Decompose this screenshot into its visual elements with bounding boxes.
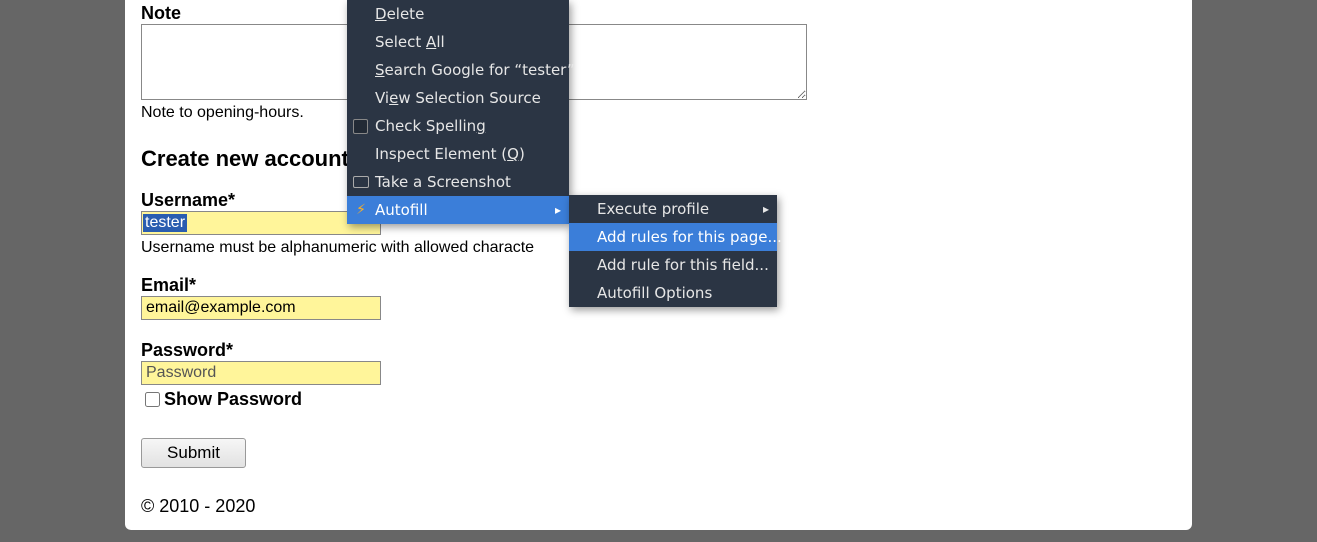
- sub-autofill-options[interactable]: Autofill Options: [569, 279, 777, 307]
- checkbox-icon: [353, 119, 368, 134]
- password-input[interactable]: [141, 361, 381, 385]
- ctx-delete[interactable]: Delete: [347, 0, 569, 28]
- email-input[interactable]: [141, 296, 381, 320]
- show-password-row: Show Password: [141, 389, 1176, 410]
- ctx-view-selection-source[interactable]: View Selection Source: [347, 84, 569, 112]
- autofill-submenu: Execute profile ▸ Add rules for this pag…: [569, 195, 777, 307]
- chevron-right-icon: ▸: [763, 202, 769, 216]
- note-label: Note: [141, 3, 1176, 24]
- sub-add-rules-page[interactable]: Add rules for this page...: [569, 223, 777, 251]
- username-value-selected: tester: [143, 214, 187, 232]
- ctx-take-screenshot[interactable]: Take a Screenshot: [347, 168, 569, 196]
- ctx-autofill[interactable]: ⚡ Autofill ▸: [347, 196, 569, 224]
- email-required: *: [189, 275, 196, 295]
- show-password-checkbox[interactable]: [145, 392, 160, 407]
- chevron-right-icon: ▸: [555, 203, 561, 217]
- screenshot-icon: [353, 176, 369, 188]
- username-required: *: [228, 190, 235, 210]
- password-required: *: [226, 340, 233, 360]
- show-password-label: Show Password: [164, 389, 302, 410]
- sub-execute-profile[interactable]: Execute profile ▸: [569, 195, 777, 223]
- password-label-text: Password: [141, 340, 226, 360]
- sub-add-rule-field[interactable]: Add rule for this field...: [569, 251, 777, 279]
- password-label: Password*: [141, 340, 1176, 361]
- ctx-search-google[interactable]: Search Google for “tester”: [347, 56, 569, 84]
- username-label-text: Username: [141, 190, 228, 210]
- context-menu: Delete Select All Search Google for “tes…: [347, 0, 569, 224]
- bolt-icon: ⚡: [353, 202, 369, 218]
- submit-button[interactable]: Submit: [141, 438, 246, 468]
- ctx-select-all[interactable]: Select All: [347, 28, 569, 56]
- note-hint: Note to opening-hours.: [141, 104, 1176, 122]
- ctx-check-spelling[interactable]: Check Spelling: [347, 112, 569, 140]
- copyright-text: © 2010 - 2020: [141, 496, 1176, 517]
- email-label-text: Email: [141, 275, 189, 295]
- ctx-inspect-element[interactable]: Inspect Element (Q): [347, 140, 569, 168]
- username-input[interactable]: tester: [141, 211, 381, 235]
- create-account-heading: Create new account: [141, 146, 1176, 172]
